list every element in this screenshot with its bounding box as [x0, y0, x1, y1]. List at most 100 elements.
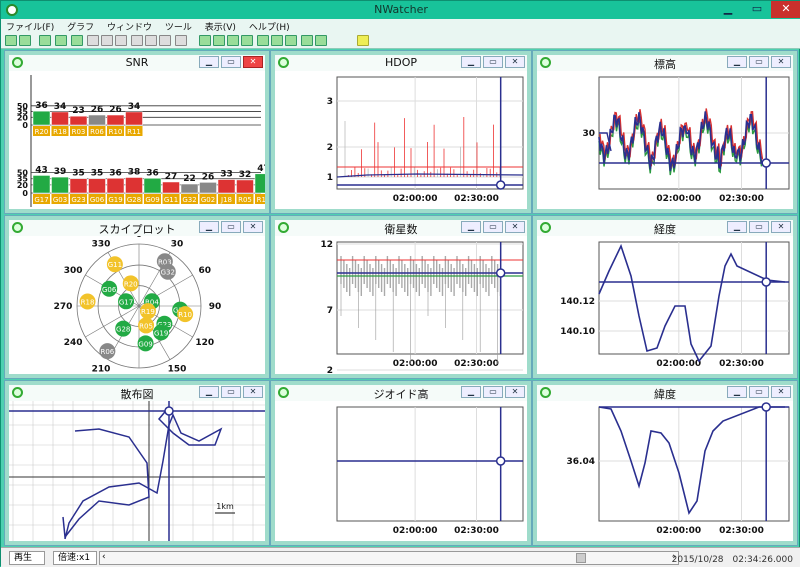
pane-svg: 02:00:00 02:30:00	[336, 406, 524, 536]
record-icon[interactable]	[71, 35, 83, 46]
pane-content: 36.04 02:00:00 02:30:00	[537, 401, 793, 541]
pane-header[interactable]: 標高 ▁ ▭ ✕	[537, 55, 793, 71]
menu-tools[interactable]: ツール	[160, 19, 197, 34]
pane-min-button[interactable]: ▁	[727, 221, 747, 233]
pane-header[interactable]: SNR ▁ ▭ ✕	[9, 55, 265, 71]
snr-value-label: 23	[72, 106, 85, 116]
play-button[interactable]: 再生	[9, 551, 45, 565]
menu-window[interactable]: ウィンドウ	[102, 19, 157, 34]
pane-min-button[interactable]: ▁	[727, 56, 747, 68]
pane-max-button[interactable]: ▭	[221, 386, 241, 398]
pane-min-button[interactable]: ▁	[461, 56, 481, 68]
list-icon[interactable]	[101, 35, 113, 46]
snr-bar	[236, 179, 254, 194]
pane-min-button[interactable]: ▁	[199, 221, 219, 233]
satellite-id: R10	[178, 311, 192, 319]
pane-max-button[interactable]: ▭	[483, 386, 503, 398]
pane-close-button[interactable]: ✕	[505, 221, 525, 233]
pane-header[interactable]: 緯度 ▁ ▭ ✕	[537, 385, 793, 401]
layout4-icon[interactable]	[241, 35, 253, 46]
table-icon[interactable]	[87, 35, 99, 46]
status-bar: 再生 倍速:x1 ‹ › 2015/10/28 02:34:26.000	[1, 547, 800, 567]
panel-icon[interactable]	[115, 35, 127, 46]
layout5-icon[interactable]	[257, 35, 269, 46]
menu-file[interactable]: ファイル(F)	[1, 19, 59, 34]
save-icon[interactable]	[39, 35, 51, 46]
satellite-id: R20	[124, 280, 138, 288]
speed-indicator[interactable]: 倍速:x1	[53, 551, 97, 565]
pane-max-button[interactable]: ▭	[221, 221, 241, 233]
layout2-icon[interactable]	[213, 35, 225, 46]
help-icon[interactable]	[357, 35, 369, 46]
pane-header[interactable]: スカイプロット ▁ ▭ ✕	[9, 220, 265, 236]
save-all-icon[interactable]	[55, 35, 67, 46]
menu-view[interactable]: 表示(V)	[200, 19, 241, 34]
y-tick-label: 2	[327, 143, 333, 153]
pane-max-button[interactable]: ▭	[749, 56, 769, 68]
pane-close-button[interactable]: ✕	[771, 56, 791, 68]
cursor-marker	[495, 268, 506, 278]
pane-close-button[interactable]: ✕	[771, 221, 791, 233]
satellite-id: G11	[108, 261, 122, 269]
pane-header[interactable]: 衛星数 ▁ ▭ ✕	[275, 220, 527, 236]
maximize-button[interactable]: ▭	[743, 1, 771, 18]
pane-max-button[interactable]: ▭	[749, 386, 769, 398]
layout1-icon[interactable]	[199, 35, 211, 46]
timeline-scrollbar[interactable]: ‹ ›	[99, 551, 679, 565]
snr-value-label: 36	[109, 168, 122, 178]
pane-close-button[interactable]: ✕	[505, 56, 525, 68]
settings-icon[interactable]	[175, 35, 187, 46]
menu-help[interactable]: ヘルプ(H)	[244, 19, 295, 34]
x-tick-label: 02:00:00	[393, 194, 438, 204]
pane-min-button[interactable]: ▁	[199, 386, 219, 398]
snr-sat-id: G02	[201, 196, 215, 204]
pane-min-button[interactable]: ▁	[727, 386, 747, 398]
plot-area	[336, 406, 524, 522]
x-tick-label: 02:30:00	[454, 526, 499, 536]
connect-icon[interactable]	[5, 35, 17, 46]
map-icon[interactable]	[131, 35, 143, 46]
pane-max-button[interactable]: ▭	[749, 221, 769, 233]
x-tick-label: 02:30:00	[719, 359, 764, 369]
pane-close-button[interactable]: ✕	[243, 386, 263, 398]
layout8-icon[interactable]	[301, 35, 313, 46]
pane-max-button[interactable]: ▭	[483, 221, 503, 233]
sky-icon[interactable]	[159, 35, 171, 46]
snr-sat-id: G32	[182, 196, 196, 204]
layout3-icon[interactable]	[227, 35, 239, 46]
snr-sat-id: J18	[220, 196, 232, 204]
window-icon[interactable]	[315, 35, 327, 46]
chart-icon[interactable]	[145, 35, 157, 46]
pane-header[interactable]: ジオイド高 ▁ ▭ ✕	[275, 385, 527, 401]
pane-min-button[interactable]: ▁	[199, 56, 219, 68]
pane-close-button[interactable]: ✕	[243, 221, 263, 233]
snr-sat-id: R18	[53, 128, 67, 136]
pane-min-button[interactable]: ▁	[461, 221, 481, 233]
pane-satcount: 衛星数 ▁ ▭ ✕ 12 7 2 02:00:00 02:30:00	[271, 216, 531, 378]
satellite-id: G17	[119, 298, 133, 306]
layout7-icon[interactable]	[285, 35, 297, 46]
layout6-icon[interactable]	[271, 35, 283, 46]
pane-min-button[interactable]: ▁	[461, 386, 481, 398]
grid-icon[interactable]	[19, 35, 31, 46]
plot-area	[598, 241, 790, 355]
pane-max-button[interactable]: ▭	[221, 56, 241, 68]
pane-svg: 503520036R2034R1823R0326R0626R1034R11503…	[17, 75, 265, 207]
snr-bar	[217, 179, 236, 194]
pane-header[interactable]: 散布図 ▁ ▭ ✕	[9, 385, 265, 401]
snr-value-label: 34	[128, 102, 141, 112]
pane-close-button[interactable]: ✕	[505, 386, 525, 398]
scroll-left-icon[interactable]: ‹	[102, 552, 106, 563]
pane-header[interactable]: 経度 ▁ ▭ ✕	[537, 220, 793, 236]
snr-bar	[254, 173, 265, 194]
menu-graph[interactable]: グラフ	[62, 19, 99, 34]
pane-header[interactable]: HDOP ▁ ▭ ✕	[275, 55, 527, 71]
timeline-thumb[interactable]	[576, 553, 586, 563]
pane-close-button[interactable]: ✕	[771, 386, 791, 398]
pane-close-button[interactable]: ✕	[243, 56, 263, 68]
snr-bar	[51, 111, 69, 126]
close-button[interactable]: ✕	[771, 1, 800, 18]
pane-max-button[interactable]: ▭	[483, 56, 503, 68]
minimize-button[interactable]: ▁	[713, 1, 743, 18]
snr-sat-id: R05	[238, 196, 252, 204]
